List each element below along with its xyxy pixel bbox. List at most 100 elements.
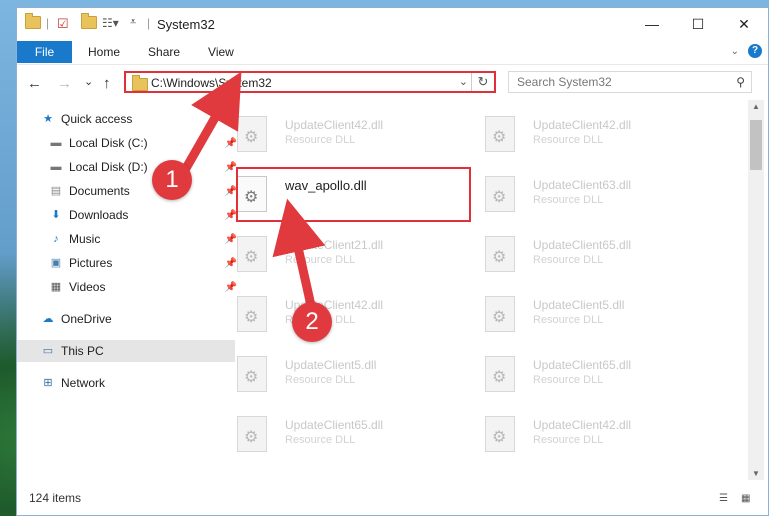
file-type: Resource DLL (533, 194, 604, 206)
step-badge-1: 1 (152, 160, 192, 200)
file-type: Resource DLL (533, 314, 604, 326)
file-item[interactable]: UpdateClient42.dll Resource DLL (467, 410, 677, 466)
file-item[interactable]: UpdateClient65.dll Resource DLL (467, 230, 677, 286)
file-type: Resource DLL (285, 134, 356, 146)
file-name: UpdateClient65.dll (533, 358, 632, 372)
customize-icon[interactable]: ☷▾ (102, 16, 119, 30)
item-count: 124 items (29, 491, 82, 505)
properties-icon[interactable]: ☑ (57, 16, 69, 32)
recent-locations-button[interactable]: ⌄ (84, 75, 93, 88)
downloads-icon: ⬇ (51, 209, 61, 221)
separator: | (147, 16, 151, 30)
tab-file[interactable]: File (17, 41, 72, 63)
dll-file-icon (485, 416, 515, 452)
file-name: UpdateClient42.dll (533, 118, 632, 132)
dll-file-icon (485, 356, 515, 392)
sidebar-item-local-disk-d[interactable]: ▬ Local Disk (D:) 📌 (17, 156, 243, 178)
dll-file-icon (237, 236, 267, 272)
sidebar-item-pictures[interactable]: ▣ Pictures 📌 (17, 252, 243, 274)
file-name: UpdateClient5.dll (533, 298, 625, 312)
close-button[interactable]: ✕ (721, 8, 767, 40)
file-item[interactable]: UpdateClient65.dll Resource DLL (219, 410, 429, 466)
sidebar-item-quick-access[interactable]: ★ Quick access (17, 108, 235, 130)
up-button[interactable]: ↑ (103, 75, 111, 92)
videos-icon: ▦ (50, 281, 62, 293)
sidebar-item-label: This PC (61, 344, 104, 358)
ribbon-tabs: File Home Share View (17, 41, 768, 63)
file-type: Resource DLL (533, 374, 604, 386)
scroll-up-icon[interactable]: ▲ (752, 102, 760, 111)
pictures-icon: ▣ (50, 257, 62, 269)
sidebar-item-network[interactable]: ⊞ Network (17, 372, 235, 394)
details-view-icon[interactable]: ☰ (719, 493, 733, 505)
refresh-button[interactable]: ↻ (471, 73, 494, 91)
file-type: Resource DLL (285, 434, 356, 446)
file-name: UpdateClient21.dll (285, 238, 384, 252)
sidebar-item-label: Local Disk (C:) (69, 136, 148, 150)
tab-view[interactable]: View (194, 41, 248, 63)
vertical-scrollbar[interactable]: ▲ ▼ (748, 100, 764, 480)
sidebar-item-label: Downloads (69, 208, 129, 222)
search-input[interactable]: Search System32 ⚲ (508, 71, 752, 93)
file-type: Resource DLL (533, 254, 604, 266)
sidebar-item-this-pc[interactable]: ▭ This PC (17, 340, 235, 362)
sidebar-item-local-disk-c[interactable]: ▬ Local Disk (C:) 📌 (17, 132, 243, 154)
sidebar-item-downloads[interactable]: ⬇ Downloads 📌 (17, 204, 243, 226)
chevron-down-icon[interactable]: ⌄ (459, 75, 468, 88)
file-item[interactable]: UpdateClient65.dll Resource DLL (467, 350, 677, 406)
sidebar-item-videos[interactable]: ▦ Videos 📌 (17, 276, 243, 298)
dll-file-icon (485, 176, 515, 212)
large-icons-view-icon[interactable]: ▦ (741, 493, 755, 505)
file-name: UpdateClient65.dll (533, 238, 632, 252)
file-item[interactable]: UpdateClient5.dll Resource DLL (467, 290, 677, 346)
file-item[interactable]: UpdateClient42.dll Resource DLL (467, 110, 677, 166)
navigation-pane: ★ Quick access ▬ Local Disk (C:) 📌 ▬ Loc… (17, 100, 237, 480)
file-item[interactable]: UpdateClient5.dll Resource DLL (219, 350, 429, 406)
computer-icon: ▭ (42, 345, 54, 357)
file-type: Resource DLL (533, 434, 604, 446)
file-item[interactable]: UpdateClient21.dll Resource DLL (219, 230, 429, 286)
file-item[interactable]: UpdateClient42.dll Resource DLL (219, 110, 429, 166)
file-name: UpdateClient42.dll (533, 418, 632, 432)
tab-share[interactable]: Share (134, 41, 194, 63)
network-icon: ⊞ (43, 377, 53, 389)
dll-file-icon (237, 416, 267, 452)
drive-icon: ▬ (50, 137, 62, 149)
file-name: UpdateClient65.dll (285, 418, 384, 432)
dll-file-icon (237, 296, 267, 332)
file-item[interactable]: UpdateClient63.dll Resource DLL (467, 170, 677, 226)
star-icon: ★ (43, 113, 53, 125)
new-folder-icon[interactable] (81, 13, 97, 29)
tab-home[interactable]: Home (72, 41, 134, 63)
scrollbar-thumb[interactable] (750, 120, 762, 170)
forward-button[interactable]: → (57, 75, 72, 92)
back-button[interactable]: ← (27, 75, 42, 92)
folder-icon (25, 13, 41, 29)
minimize-button[interactable]: — (629, 8, 675, 40)
sidebar-item-label: Videos (69, 280, 106, 294)
sidebar-item-label: Network (61, 376, 106, 390)
title-bar: | ☑ ☷▾ ⩡ | System32 — ☐ ✕ (17, 8, 768, 41)
step-badge-2: 2 (292, 302, 332, 342)
sidebar-item-documents[interactable]: ▤ Documents 📌 (17, 180, 243, 202)
scroll-down-icon[interactable]: ▼ (752, 469, 760, 478)
help-icon[interactable]: ? (748, 44, 762, 58)
music-icon: ♪ (53, 233, 59, 245)
ribbon-expand-icon[interactable]: ⌄ (731, 46, 739, 57)
sidebar-item-label: Local Disk (D:) (69, 160, 148, 174)
sidebar-item-onedrive[interactable]: ☁ OneDrive (17, 308, 235, 330)
window-title: System32 (157, 17, 215, 32)
separator: | (46, 16, 50, 30)
file-name: UpdateClient5.dll (285, 358, 377, 372)
dll-file-icon (485, 236, 515, 272)
toolbar-dropdown-icon[interactable]: ⩡ (130, 16, 136, 29)
explorer-window: | ☑ ☷▾ ⩡ | System32 — ☐ ✕ File Home Shar… (16, 7, 769, 516)
file-list: UpdateClient42.dll Resource DLL wav_apol… (219, 100, 746, 472)
address-bar[interactable]: C:\Windows\System32 ⌄ ↻ (124, 71, 496, 93)
sidebar-item-music[interactable]: ♪ Music 📌 (17, 228, 243, 250)
address-text: C:\Windows\System32 (151, 76, 272, 90)
status-bar: 124 items ☰ ▦ (17, 480, 768, 515)
file-type: Resource DLL (533, 134, 604, 146)
maximize-button[interactable]: ☐ (675, 8, 721, 40)
sidebar-item-label: Pictures (69, 256, 113, 270)
